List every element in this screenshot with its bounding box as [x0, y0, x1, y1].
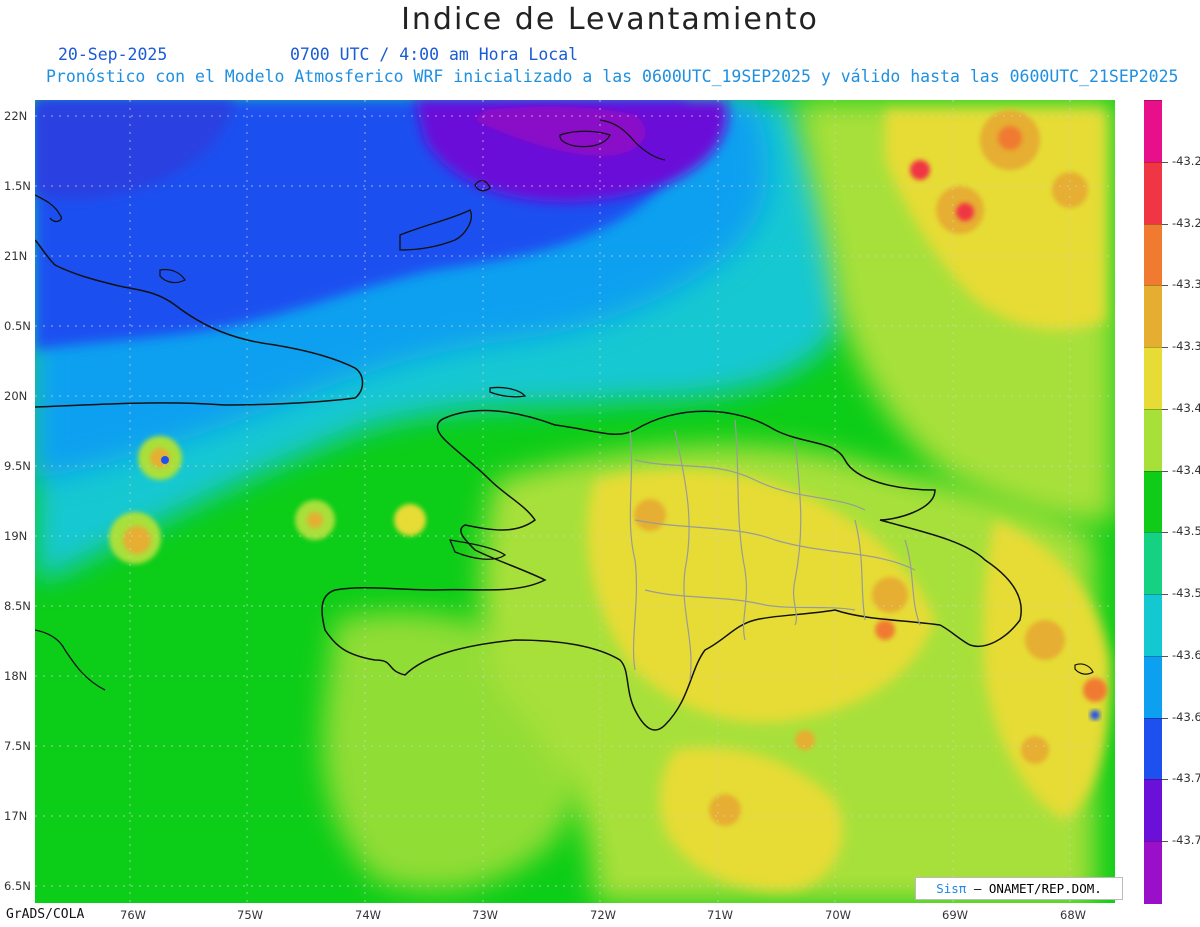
lat-label-10: 7.5N: [4, 739, 31, 753]
colorbar-tick: [1162, 841, 1168, 843]
hotspot-east2: [1083, 678, 1107, 702]
lon-label-8: 69W: [942, 908, 969, 922]
hotspot-south1: [709, 794, 741, 826]
credit-box: Sisπ – ONAMET/REP.DOM.: [915, 877, 1123, 900]
colorbar-label: -43.6: [1172, 647, 1200, 662]
lat-label-11: 17N: [4, 809, 28, 823]
colorbar-segment: [1144, 161, 1162, 225]
colorbar-segment: [1144, 285, 1162, 349]
colorbar-segment: [1144, 717, 1162, 781]
hotspot-ne4: [910, 160, 930, 180]
colorbar-tick: [1162, 655, 1168, 657]
hotspot-island3: [875, 620, 895, 640]
map-plot-area: [35, 100, 1115, 903]
colorbar-segment: [1144, 594, 1162, 657]
colorbar-tick: [1162, 408, 1168, 410]
hotspot-east2-core: [1090, 710, 1100, 720]
colorbar-label: -43.3: [1172, 277, 1200, 292]
hotspot-ne2-core: [956, 203, 974, 221]
colorbar-tick: [1162, 470, 1168, 472]
hotspot-west2: [123, 526, 151, 554]
lon-label-6: 71W: [707, 908, 734, 922]
colorbar-segment: [1144, 841, 1162, 904]
lat-label-8: 8.5N: [4, 599, 31, 613]
lat-label-3: 21N: [4, 249, 28, 263]
colorbar-label: -43.7: [1172, 771, 1200, 786]
colorbar-label: -43.4: [1172, 462, 1200, 477]
hotspot-west3: [307, 512, 323, 528]
colorbar-tick: [1162, 161, 1168, 163]
colorbar-label: -43.6: [1172, 709, 1200, 724]
lifted-index-map: [35, 100, 1115, 903]
hotspot-south2: [795, 730, 815, 750]
colorbar-label: -43.5: [1172, 586, 1200, 601]
hotspot-island1: [634, 499, 666, 531]
lat-label-7: 19N: [4, 529, 28, 543]
lon-label-3: 74W: [355, 908, 382, 922]
colorbar-tick: [1162, 223, 1168, 225]
lon-label-1: 76W: [120, 908, 147, 922]
hotspot-east1: [1025, 620, 1065, 660]
date-label: 20-Sep-2025: [58, 45, 168, 64]
colorbar-segment: [1144, 100, 1162, 163]
colorbar-label: -43.2: [1172, 153, 1200, 168]
hotspot-ne3: [1052, 172, 1088, 208]
hotspot-ne1-core: [998, 126, 1022, 150]
hotspot-west4: [394, 504, 426, 536]
model-info-line: Pronóstico con el Modelo Atmosferico WRF…: [46, 67, 1179, 86]
grads-label: GrADS/COLA: [6, 907, 85, 922]
sispi-logo-text: Sisπ: [936, 881, 967, 896]
lat-label-5: 20N: [4, 389, 28, 403]
lat-label-2: 1.5N: [4, 179, 31, 193]
lon-label-7: 70W: [825, 908, 852, 922]
colorbar-tick: [1162, 779, 1168, 781]
colorbar-tick: [1162, 594, 1168, 596]
colorbar-label: -43.3: [1172, 339, 1200, 354]
colorbar-segment: [1144, 347, 1162, 410]
colorbar-label: -43.7: [1172, 833, 1200, 848]
lat-label-1: 22N: [4, 109, 28, 123]
hotspot-island2: [872, 577, 908, 613]
time-label: 0700 UTC / 4:00 am Hora Local: [290, 45, 579, 64]
lon-label-5: 72W: [590, 908, 617, 922]
lon-label-9: 68W: [1060, 908, 1087, 922]
colorbar-tick: [1162, 347, 1168, 349]
colorbar-tick: [1162, 532, 1168, 534]
lat-label-6: 9.5N: [4, 459, 31, 473]
lat-label-4: 0.5N: [4, 319, 31, 333]
hotspot-east3: [1021, 736, 1049, 764]
lat-label-9: 18N: [4, 669, 28, 683]
colorbar-segment: [1144, 223, 1162, 287]
map-title: Indice de Levantamiento: [401, 2, 819, 37]
colorbar-label: -43.2: [1172, 215, 1200, 230]
colorbar-tick: [1162, 285, 1168, 287]
colorbar: [1144, 100, 1162, 904]
colorbar-label: -43.5: [1172, 524, 1200, 539]
colorbar-segment: [1144, 408, 1162, 472]
credit-text: – ONAMET/REP.DOM.: [966, 881, 1102, 896]
lon-label-4: 73W: [472, 908, 499, 922]
lon-label-2: 75W: [237, 908, 264, 922]
colorbar-segment: [1144, 470, 1162, 534]
colorbar-segment: [1144, 532, 1162, 596]
lat-label-12: 6.5N: [4, 879, 31, 893]
hotspot-west1-core: [161, 456, 169, 464]
colorbar-segment: [1144, 779, 1162, 843]
colorbar-segment: [1144, 655, 1162, 719]
colorbar-tick: [1162, 717, 1168, 719]
colorbar-label: -43.4: [1172, 400, 1200, 415]
